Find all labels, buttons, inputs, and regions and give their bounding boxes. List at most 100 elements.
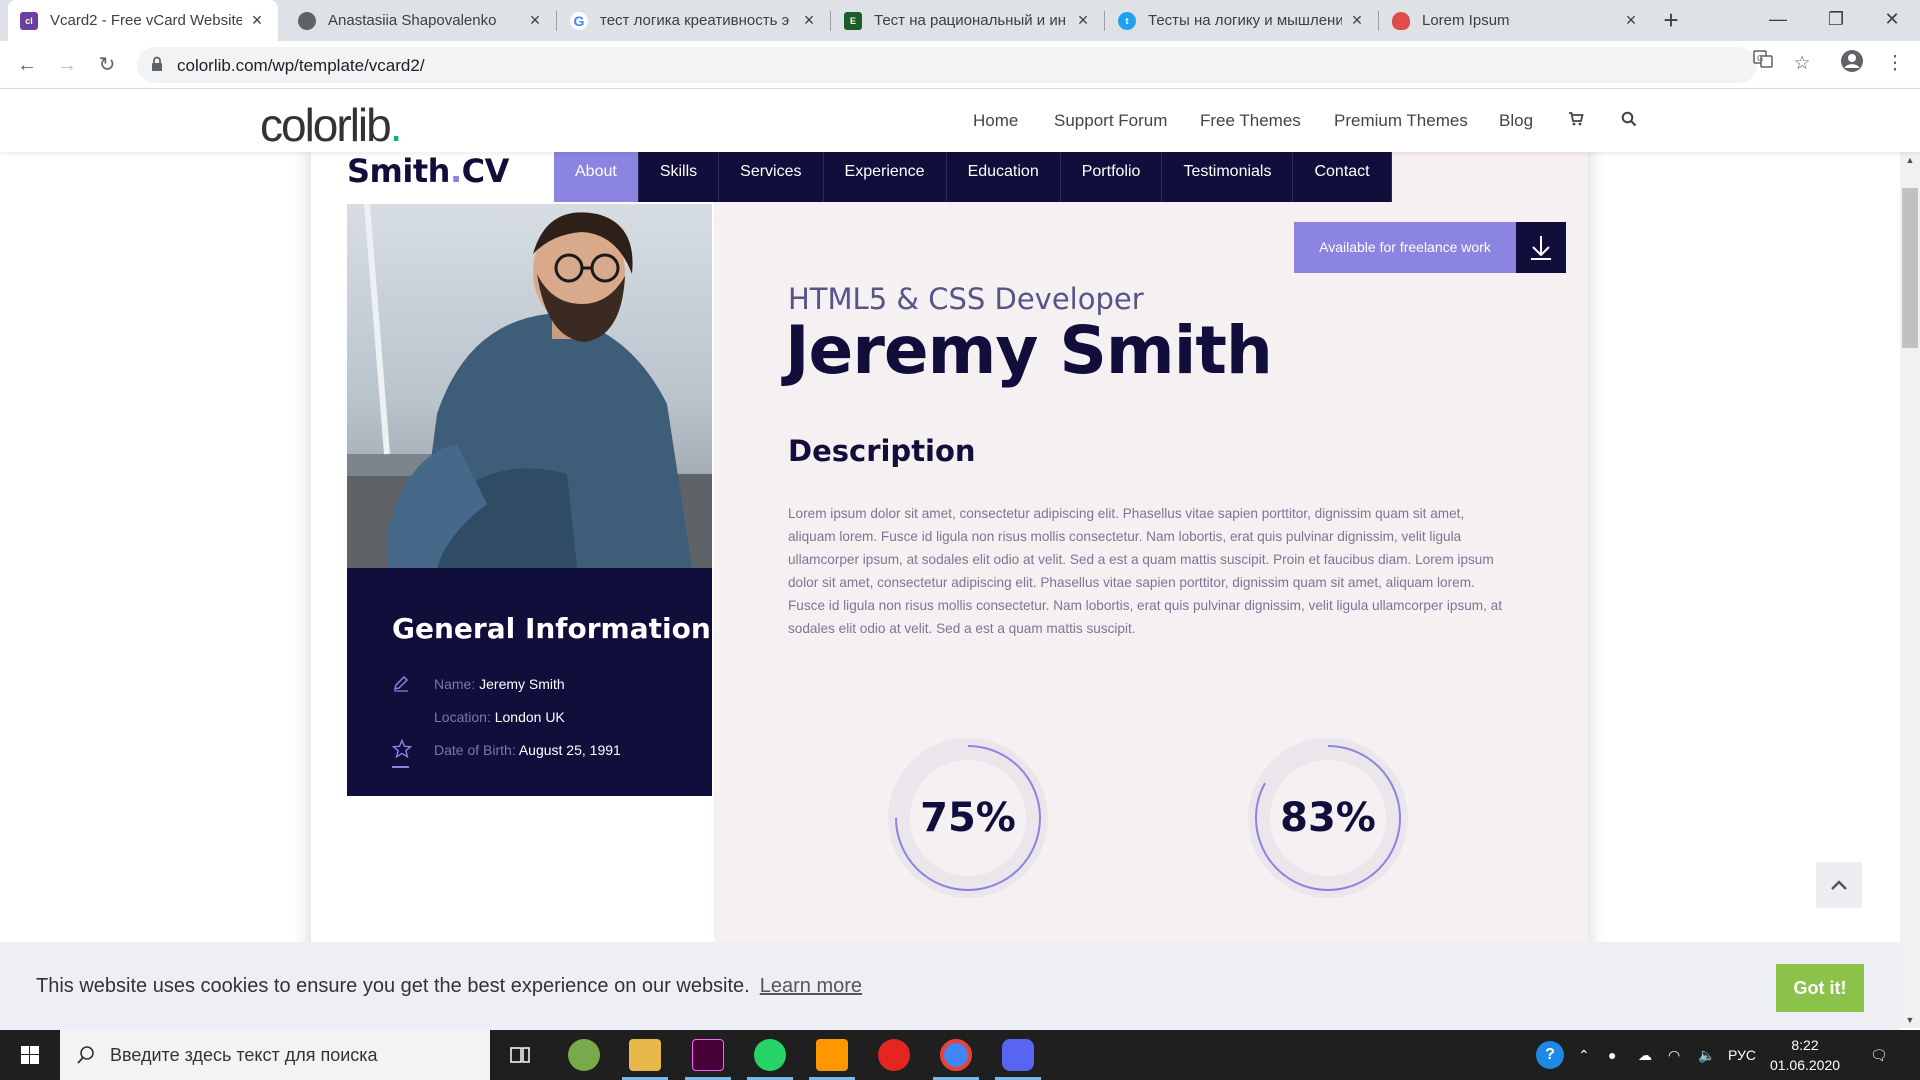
cv-nav-skills[interactable]: Skills <box>638 152 720 202</box>
scrollbar-thumb[interactable] <box>1902 188 1918 348</box>
colorlib-nav-premium-themes[interactable]: Premium Themes <box>1334 111 1468 131</box>
tab-rational-test[interactable]: E Тест на рациональный и ин × <box>832 0 1104 41</box>
windows-start-icon[interactable] <box>0 1030 60 1080</box>
tab-title: тест логика креативность э <box>600 12 790 29</box>
whatsapp-icon[interactable] <box>754 1039 786 1071</box>
tab-google-search[interactable]: G тест логика креативность э × <box>558 0 830 41</box>
close-tab-icon[interactable]: × <box>1348 10 1366 31</box>
back-arrow-icon[interactable]: ← <box>11 49 43 81</box>
colorlib-nav-blog[interactable]: Blog <box>1499 111 1533 131</box>
colorlib-logo[interactable]: colorlib. <box>260 98 402 152</box>
search-icon[interactable] <box>1621 111 1637 132</box>
cv-nav-testimonials[interactable]: Testimonials <box>1162 152 1294 202</box>
taskbar-search-box[interactable]: Введите здесь текст для поиска <box>60 1030 490 1080</box>
browser-toolbar: ← → ↻ colorlib.com/wp/template/vcard2/ G… <box>0 41 1920 89</box>
download-icon[interactable] <box>1516 222 1566 273</box>
description-text: Lorem ipsum dolor sit amet, consectetur … <box>788 506 1502 636</box>
adobe-xd-icon[interactable] <box>692 1039 724 1071</box>
info-divider <box>392 766 409 768</box>
file-explorer-icon[interactable] <box>629 1039 661 1071</box>
freelance-download-button[interactable]: Available for freelance work <box>1294 222 1566 273</box>
tab-vcard2[interactable]: cl Vcard2 - Free vCard Website × <box>8 0 278 41</box>
cookie-message: This website uses cookies to ensure you … <box>36 975 863 997</box>
tab-anastasiia[interactable]: Anastasiia Shapovalenko × <box>286 0 556 41</box>
close-tab-icon[interactable]: × <box>248 10 266 31</box>
reload-icon[interactable]: ↻ <box>91 49 123 81</box>
taskbar-clock[interactable]: 8:22 01.06.2020 <box>1765 1035 1845 1075</box>
job-role: HTML5 & CSS Developer <box>788 282 1144 316</box>
cv-nav-about[interactable]: About <box>554 152 639 202</box>
colorlib-header: colorlib. Home Support Forum Free Themes… <box>0 89 1920 152</box>
tab-lorem-ipsum[interactable]: Lorem Ipsum × <box>1380 0 1652 41</box>
colorlib-nav-free-themes[interactable]: Free Themes <box>1200 111 1301 131</box>
cv-nav-education[interactable]: Education <box>946 152 1061 202</box>
address-bar[interactable]: colorlib.com/wp/template/vcard2/ <box>137 47 1757 83</box>
cart-icon[interactable] <box>1568 111 1584 132</box>
svg-text:G: G <box>1757 54 1763 63</box>
person-name: Jeremy Smith <box>785 312 1273 389</box>
yandex-browser-icon[interactable] <box>878 1039 910 1071</box>
clock-date: 01.06.2020 <box>1769 1057 1841 1073</box>
page-viewport: Smith.CV About Skills Services Experienc… <box>0 152 1900 942</box>
new-tab-button[interactable]: + <box>1656 6 1686 36</box>
browser-menu-icon[interactable]: ⋮ <box>1880 49 1910 79</box>
help-icon[interactable]: ? <box>1536 1041 1564 1069</box>
tray-app-icon[interactable]: ● <box>1608 1030 1616 1080</box>
close-window-icon[interactable]: ✕ <box>1862 0 1920 41</box>
translate-icon[interactable]: G <box>1748 49 1778 79</box>
tray-network-off-icon[interactable]: ☁ <box>1638 1030 1652 1080</box>
vcard-container: Smith.CV About Skills Services Experienc… <box>311 152 1588 942</box>
star-icon <box>392 739 412 759</box>
colorlib-nav-home[interactable]: Home <box>973 111 1018 131</box>
globe-favicon-icon <box>298 11 316 30</box>
smith-cv-logo[interactable]: Smith.CV <box>347 152 509 190</box>
discord-icon[interactable] <box>1002 1039 1034 1071</box>
tray-chevron-icon[interactable]: ⌃ <box>1578 1030 1590 1080</box>
vertical-scrollbar[interactable]: ▲ ▼ <box>1900 152 1920 1028</box>
cv-nav-services[interactable]: Services <box>719 152 824 202</box>
scroll-to-top-button[interactable] <box>1816 862 1862 908</box>
sublime-text-icon[interactable] <box>816 1039 848 1071</box>
input-language[interactable]: РУС <box>1728 1030 1756 1080</box>
cv-nav-portfolio[interactable]: Portfolio <box>1060 152 1163 202</box>
skill-ring: 83% <box>1238 728 1418 908</box>
wifi-icon[interactable]: ◠ <box>1668 1030 1680 1080</box>
restore-window-icon[interactable]: ❐ <box>1806 0 1866 41</box>
tab-title: Anastasiia Shapovalenko <box>328 12 497 29</box>
tab-separator <box>1104 11 1105 31</box>
cv-nav-contact[interactable]: Contact <box>1293 152 1392 202</box>
task-view-icon[interactable] <box>504 1039 536 1071</box>
close-tab-icon[interactable]: × <box>1622 10 1640 31</box>
minimize-window-icon[interactable]: — <box>1748 0 1808 41</box>
tab-title: Тесты на логику и мышлени <box>1148 12 1342 29</box>
utorrent-icon[interactable] <box>568 1039 600 1071</box>
close-tab-icon[interactable]: × <box>800 10 818 31</box>
got-it-button[interactable]: Got it! <box>1776 964 1864 1012</box>
colorlib-nav-support-forum[interactable]: Support Forum <box>1054 111 1167 131</box>
tab-title: Тест на рациональный и ин <box>874 12 1067 29</box>
bookmark-star-icon[interactable]: ☆ <box>1787 49 1817 79</box>
forward-arrow-icon[interactable]: → <box>51 49 83 81</box>
skill-percent: 83% <box>1280 795 1376 841</box>
scroll-down-arrow-icon[interactable]: ▼ <box>1900 1012 1920 1028</box>
tab-logic-tests[interactable]: t Тесты на логику и мышлени × <box>1106 0 1378 41</box>
close-tab-icon[interactable]: × <box>1074 10 1092 31</box>
profile-avatar-icon[interactable] <box>1837 49 1867 79</box>
tab-title: Lorem Ipsum <box>1422 12 1510 29</box>
cv-nav-experience[interactable]: Experience <box>823 152 947 202</box>
notifications-icon[interactable]: 🗨 <box>1870 1030 1888 1080</box>
volume-icon[interactable]: 🔈 <box>1698 1030 1715 1080</box>
learn-more-link[interactable]: Learn more <box>760 975 862 997</box>
skill-ring: 75% <box>878 728 1058 908</box>
info-location-row: Location: London UK <box>434 709 565 725</box>
search-icon <box>77 1046 94 1064</box>
chrome-icon[interactable] <box>940 1039 972 1071</box>
general-information-panel: General Information Name: Jeremy Smith L… <box>347 568 712 796</box>
tab-separator <box>1378 11 1379 31</box>
pencil-icon <box>393 675 409 692</box>
scroll-up-arrow-icon[interactable]: ▲ <box>1900 152 1920 168</box>
close-tab-icon[interactable]: × <box>526 10 544 31</box>
general-information-heading: General Information <box>392 612 711 645</box>
freelance-label[interactable]: Available for freelance work <box>1294 222 1516 273</box>
lorem-favicon-icon <box>1392 11 1410 30</box>
